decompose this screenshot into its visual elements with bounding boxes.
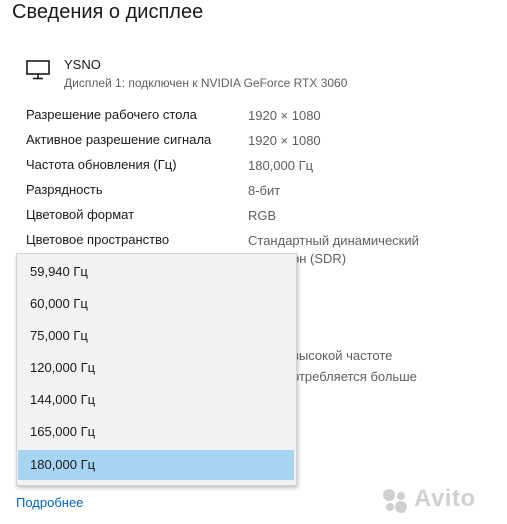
- obscured-text: высокой частоте: [292, 348, 393, 363]
- property-value: Стандартный динамический: [248, 233, 419, 248]
- refresh-rate-option[interactable]: 144,000 Гц: [18, 385, 294, 415]
- property-value: RGB: [248, 208, 277, 223]
- property-value: 180,000 Гц: [248, 158, 314, 173]
- property-value: 8-бит: [248, 183, 281, 198]
- refresh-rate-option[interactable]: 59,940 Гц: [18, 257, 294, 287]
- property-label: Активное разрешение сигнала: [26, 132, 212, 147]
- refresh-rate-option-selected[interactable]: 180,000 Гц: [18, 450, 294, 480]
- avito-logo-icon: [383, 489, 407, 513]
- refresh-rate-option[interactable]: 75,000 Гц: [18, 321, 294, 351]
- more-info-link[interactable]: Подробнее: [16, 495, 83, 510]
- color-space-value-continued: он (SDR): [292, 251, 347, 266]
- avito-watermark-text: Avito: [414, 485, 476, 512]
- property-label: Цветовой формат: [26, 207, 135, 222]
- property-label: Частота обновления (Гц): [26, 157, 177, 172]
- property-label: Разрешение рабочего стола: [26, 107, 197, 122]
- monitor-icon: [26, 60, 50, 80]
- refresh-rate-dropdown[interactable]: 59,940 Гц 60,000 Гц 75,000 Гц 120,000 Гц…: [16, 253, 297, 486]
- refresh-rate-option[interactable]: 120,000 Гц: [18, 353, 294, 383]
- property-label: Цветовое пространство: [26, 232, 170, 247]
- obscured-text: отребляется больше: [292, 369, 417, 384]
- property-label: Разрядность: [26, 182, 103, 197]
- avito-watermark: Avito: [380, 480, 500, 520]
- refresh-rate-option[interactable]: 165,000 Гц: [18, 417, 294, 447]
- display-description: Дисплей 1: подключен к NVIDIA GeForce RT…: [64, 76, 348, 90]
- page-title: Сведения о дисплее: [12, 1, 204, 23]
- property-value: 1920 × 1080: [248, 108, 321, 123]
- refresh-rate-option[interactable]: 60,000 Гц: [18, 289, 294, 319]
- display-name: YSNO: [64, 57, 101, 72]
- property-value: 1920 × 1080: [248, 133, 321, 148]
